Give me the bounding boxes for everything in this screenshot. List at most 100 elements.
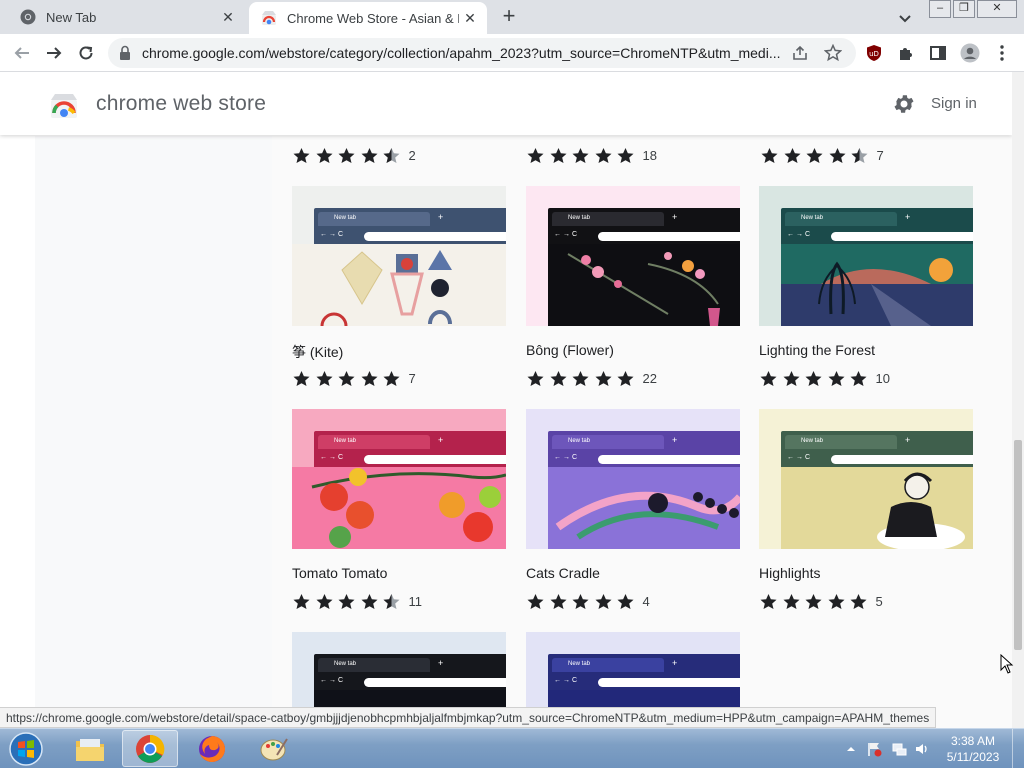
star-filled-icon [315, 593, 333, 609]
rating-count: 4 [642, 593, 650, 609]
address-bar[interactable]: chrome.google.com/webstore/category/coll… [108, 38, 856, 68]
tab-close-icon[interactable]: ✕ [217, 6, 239, 28]
show-hidden-icons-icon[interactable] [846, 744, 856, 754]
cats-cradle-artwork [548, 467, 740, 549]
taskbar-file-explorer[interactable] [62, 730, 118, 767]
star-filled-icon [549, 370, 567, 386]
lock-icon[interactable] [118, 45, 132, 61]
firefox-icon [199, 735, 225, 762]
mini-tab-label: New tab [785, 435, 897, 449]
star-filled-icon [527, 147, 544, 163]
tab-new-tab[interactable]: New Tab ✕ [0, 0, 245, 34]
star-filled-icon [549, 147, 567, 163]
taskbar-firefox[interactable] [184, 730, 240, 767]
mini-tab-label: New tab [552, 658, 664, 672]
svg-text:uD: uD [869, 50, 879, 58]
forest-artwork [781, 244, 973, 326]
theme-thumbnail[interactable]: New tab + ←→C [526, 186, 740, 326]
tab-strip: New Tab ✕ Chrome Web Store - Asian & Pac… [0, 0, 1024, 34]
rating-count: 22 [642, 370, 657, 386]
tab-title: New Tab [46, 9, 97, 25]
theme-thumbnail[interactable]: New tab + ←→C [759, 186, 973, 326]
theme-name[interactable]: 筝 (Kite) [292, 342, 343, 362]
clock-date: 5/11/2023 [946, 750, 1000, 764]
store-title[interactable]: chrome web store [96, 92, 266, 116]
mini-omnibox [831, 232, 973, 241]
mini-browser: New tab + ←→C [548, 431, 740, 467]
reload-button[interactable] [76, 43, 96, 63]
mini-tab-label: New tab [318, 212, 430, 226]
menu-button[interactable] [992, 43, 1012, 63]
chrome-icon [136, 734, 165, 763]
mini-plus-icon: + [672, 212, 678, 222]
tab-close-icon[interactable]: ✕ [459, 7, 481, 29]
theme-thumbnail[interactable]: New tab + ←→C [292, 409, 506, 549]
minimize-button[interactable]: – [929, 0, 951, 18]
mini-plus-icon: + [438, 658, 444, 668]
sign-in-link[interactable]: Sign in [931, 95, 977, 112]
star-filled-icon [360, 370, 378, 386]
volume-icon[interactable] [914, 741, 930, 757]
theme-name[interactable]: Highlights [759, 565, 820, 581]
network-icon[interactable] [891, 741, 907, 757]
mini-omnibox [598, 232, 740, 241]
rating-count: 5 [875, 593, 883, 609]
star-filled-icon [338, 593, 355, 609]
star-filled-icon [827, 370, 845, 386]
taskbar-paint[interactable] [246, 730, 302, 767]
restore-button[interactable]: ❐ [953, 0, 975, 18]
extensions-button[interactable] [896, 43, 916, 63]
theme-name[interactable]: Cats Cradle [526, 565, 600, 581]
mini-omnibox [831, 455, 973, 464]
action-center-flag-icon[interactable] [866, 741, 882, 757]
theme-thumbnail[interactable]: New tab + ←→C [759, 409, 973, 549]
system-clock[interactable]: 3:38 AM 5/11/2023 [940, 733, 1006, 765]
mini-nav-icon: ←→C [787, 454, 813, 461]
mini-browser: New tab + ←→C [314, 431, 506, 467]
puzzle-icon [900, 48, 912, 60]
forward-button[interactable] [44, 43, 64, 63]
scrollbar-thumb[interactable] [1014, 440, 1022, 650]
chevron-down-icon[interactable] [895, 8, 915, 28]
profile-button[interactable] [960, 43, 980, 63]
ublock-icon: uD [867, 45, 881, 61]
gear-icon[interactable] [892, 92, 916, 116]
star-half-icon [383, 593, 400, 609]
star-filled-icon [293, 370, 310, 386]
star-filled-icon [783, 147, 801, 163]
rating-row: 7 [760, 146, 884, 164]
new-tab-button[interactable]: + [498, 5, 520, 28]
mini-nav-icon: ←→C [554, 454, 580, 461]
kite-artwork [292, 244, 506, 326]
mini-plus-icon: + [438, 212, 444, 222]
forward-arrow-icon [47, 47, 62, 59]
mini-browser: New tab + ←→C [314, 208, 506, 244]
star-filled-icon [761, 147, 778, 163]
rating-row: 18 [526, 146, 657, 164]
side-panel-button[interactable] [928, 43, 948, 63]
taskbar-chrome[interactable] [122, 730, 178, 767]
star-filled-icon [760, 593, 777, 609]
start-button-icon[interactable] [6, 731, 46, 767]
theme-name[interactable]: Lighting the Forest [759, 342, 875, 358]
tab-web-store[interactable]: Chrome Web Store - Asian & Pac ✕ [249, 2, 487, 34]
close-window-button[interactable]: ✕ [977, 0, 1017, 18]
windows-taskbar: 3:38 AM 5/11/2023 [0, 728, 1024, 768]
back-button[interactable] [12, 43, 32, 63]
rating-row: 2 [292, 146, 416, 164]
mini-tab-label: New tab [318, 435, 430, 449]
share-icon[interactable] [792, 45, 808, 61]
star-filled-icon [617, 147, 634, 163]
ublock-extension-button[interactable]: uD [864, 43, 884, 63]
star-filled-icon [850, 593, 867, 609]
theme-thumbnail[interactable]: New tab + ←→C [526, 409, 740, 549]
bookmark-star-icon[interactable] [824, 44, 842, 62]
theme-thumbnail[interactable]: New tab + ←→C [292, 186, 506, 326]
show-desktop-button[interactable] [1012, 729, 1024, 768]
star-rating [292, 593, 405, 610]
theme-name[interactable]: Tomato Tomato [292, 565, 387, 581]
star-filled-icon [572, 593, 589, 609]
chrome-web-store-logo-icon[interactable] [50, 91, 78, 119]
star-filled-icon [360, 147, 378, 163]
theme-name[interactable]: Bông (Flower) [526, 342, 614, 358]
